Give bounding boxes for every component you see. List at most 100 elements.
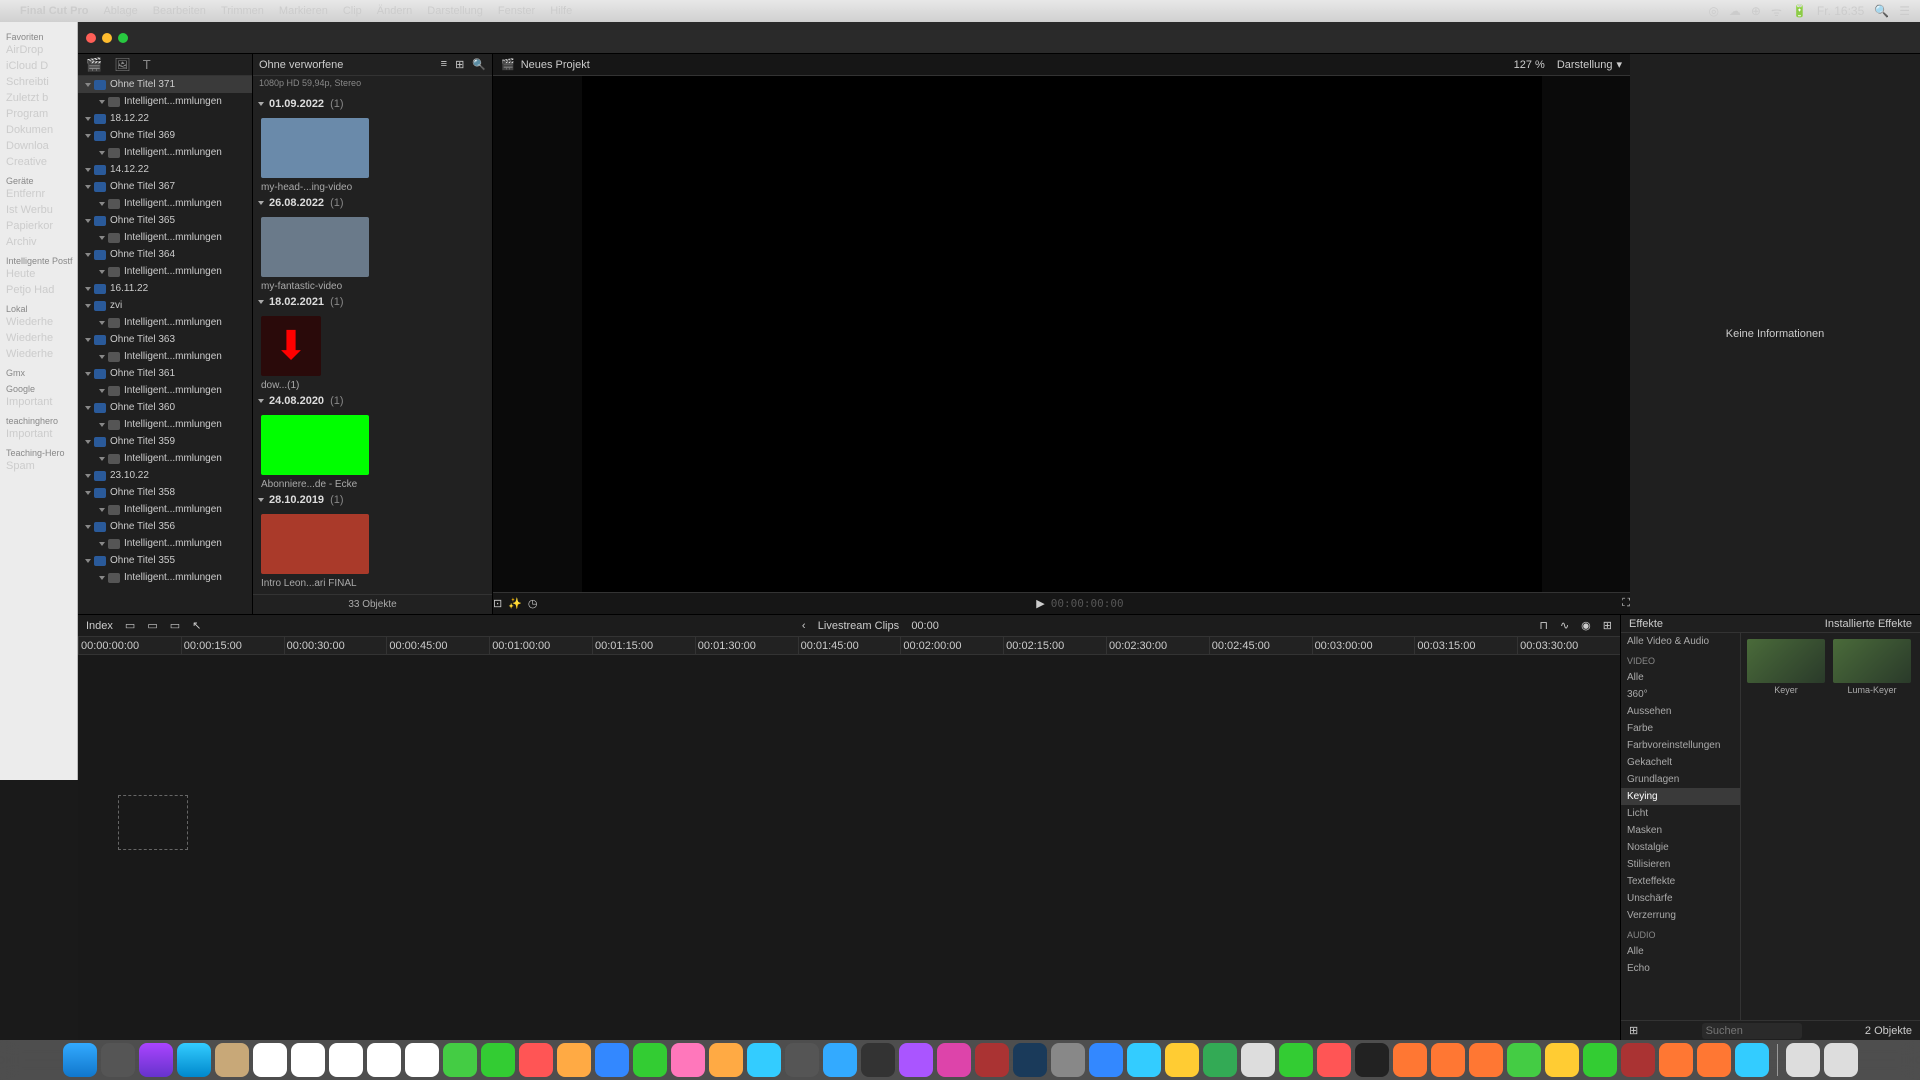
finder-sidebar-item[interactable]: Wiederhe xyxy=(2,346,75,362)
dock-app-icon[interactable] xyxy=(823,1043,857,1077)
menubar-clock[interactable]: Fr. 16:35 xyxy=(1817,4,1864,18)
finder-sidebar-item[interactable]: Papierkor xyxy=(2,218,75,234)
browser-date-header[interactable]: 26.08.2022(1) xyxy=(257,193,488,213)
library-tree-item[interactable]: Intelligent...mmlungen xyxy=(78,535,252,552)
dock-app-icon[interactable] xyxy=(1507,1043,1541,1077)
status-icon[interactable]: ☁ xyxy=(1729,4,1741,18)
ruler-tick[interactable]: 00:03:30:00 xyxy=(1517,637,1620,654)
dock-appstore-icon[interactable] xyxy=(595,1043,629,1077)
effects-category[interactable]: Masken xyxy=(1621,822,1740,839)
ruler-tick[interactable]: 00:01:15:00 xyxy=(592,637,695,654)
library-tab-icon[interactable]: 🎬 xyxy=(86,57,102,73)
viewer-zoom[interactable]: 127 % xyxy=(1514,59,1545,71)
control-center-icon[interactable]: ☰ xyxy=(1899,4,1910,18)
menu-markieren[interactable]: Markieren xyxy=(279,5,328,17)
window-close-icon[interactable] xyxy=(86,33,96,43)
browser-date-header[interactable]: 18.02.2021(1) xyxy=(257,292,488,312)
finder-sidebar-item[interactable]: Spam xyxy=(2,458,75,474)
clip-appearance-icon[interactable]: ▭ xyxy=(125,619,135,632)
ruler-tick[interactable]: 00:03:00:00 xyxy=(1312,637,1415,654)
dock-app-icon[interactable] xyxy=(1355,1043,1389,1077)
menu-trimmen[interactable]: Trimmen xyxy=(221,5,264,17)
dock-imovie-icon[interactable] xyxy=(899,1043,933,1077)
dock-finder-icon[interactable] xyxy=(63,1043,97,1077)
dock-app-icon[interactable] xyxy=(937,1043,971,1077)
menu-darstellung[interactable]: Darstellung xyxy=(427,5,483,17)
menu-bearbeiten[interactable]: Bearbeiten xyxy=(153,5,206,17)
effects-category[interactable]: Stilisieren xyxy=(1621,856,1740,873)
chevron-down-icon[interactable]: ▾ xyxy=(1616,58,1622,71)
dock-app-icon[interactable] xyxy=(1089,1043,1123,1077)
ruler-tick[interactable]: 00:02:00:00 xyxy=(900,637,1003,654)
finder-sidebar-item[interactable]: Dokumen xyxy=(2,122,75,138)
library-tree-item[interactable]: Ohne Titel 364 xyxy=(78,246,252,263)
finder-sidebar-item[interactable]: Wiederhe xyxy=(2,330,75,346)
effects-search-input[interactable] xyxy=(1702,1023,1802,1039)
finder-sidebar-item[interactable]: Schreibti xyxy=(2,74,75,90)
library-tree-item[interactable]: Ohne Titel 356 xyxy=(78,518,252,535)
skimming-icon[interactable]: ∿ xyxy=(1560,619,1569,632)
effects-category[interactable]: Echo xyxy=(1621,960,1740,977)
status-icon[interactable]: ᯤ xyxy=(1771,3,1782,20)
filter-popup[interactable]: Ohne verworfene xyxy=(259,59,343,71)
library-tree-item[interactable]: Intelligent...mmlungen xyxy=(78,263,252,280)
clip-appearance-icon[interactable]: ▭ xyxy=(170,619,180,632)
timeline-index-button[interactable]: Index xyxy=(86,620,113,632)
dock-chrome-icon[interactable] xyxy=(253,1043,287,1077)
dock-app-icon[interactable] xyxy=(975,1043,1009,1077)
dock-app-icon[interactable] xyxy=(1241,1043,1275,1077)
clip-thumbnail[interactable] xyxy=(261,118,369,178)
list-view-icon[interactable]: ≡ xyxy=(441,58,447,71)
finder-sidebar-item[interactable]: Wiederhe xyxy=(2,314,75,330)
menu-fenster[interactable]: Fenster xyxy=(498,5,535,17)
finder-sidebar-item[interactable]: Important xyxy=(2,394,75,410)
search-icon[interactable]: 🔍 xyxy=(472,58,486,71)
timeline-settings-icon[interactable]: ⊞ xyxy=(1603,619,1612,632)
ruler-tick[interactable]: 00:02:15:00 xyxy=(1003,637,1106,654)
effects-category[interactable]: Nostalgie xyxy=(1621,839,1740,856)
dock-skype-icon[interactable] xyxy=(1127,1043,1161,1077)
effects-category[interactable]: Texteffekte xyxy=(1621,873,1740,890)
window-zoom-icon[interactable] xyxy=(118,33,128,43)
filmstrip-view-icon[interactable]: ⊞ xyxy=(455,58,464,71)
dock-app-icon[interactable] xyxy=(1165,1043,1199,1077)
menu-ablage[interactable]: Ablage xyxy=(103,5,137,17)
menu-clip[interactable]: Clip xyxy=(343,5,362,17)
dock-app-icon[interactable] xyxy=(101,1043,135,1077)
dock-calendar-icon[interactable] xyxy=(329,1043,363,1077)
installed-effects-popup[interactable]: Installierte Effekte xyxy=(1825,618,1912,630)
status-icon[interactable]: ◎ xyxy=(1708,4,1718,18)
dock-messages-icon[interactable] xyxy=(747,1043,781,1077)
library-tree-item[interactable]: Intelligent...mmlungen xyxy=(78,314,252,331)
clip-thumbnail[interactable] xyxy=(261,415,369,475)
transform-icon[interactable]: ⊡ xyxy=(493,597,502,610)
effects-category[interactable]: Alle Video & Audio xyxy=(1621,633,1740,650)
dock-app-icon[interactable] xyxy=(1786,1043,1820,1077)
finder-sidebar-item[interactable]: Important xyxy=(2,426,75,442)
effects-category[interactable]: Alle xyxy=(1621,669,1740,686)
snapping-icon[interactable]: ⊓ xyxy=(1539,619,1548,632)
dock-app-icon[interactable] xyxy=(1393,1043,1427,1077)
back-icon[interactable]: ‹ xyxy=(802,620,806,632)
library-tree-item[interactable]: Intelligent...mmlungen xyxy=(78,501,252,518)
browser-date-header[interactable]: 28.10.2019(1) xyxy=(257,490,488,510)
dock-ibooks-icon[interactable] xyxy=(709,1043,743,1077)
effects-category[interactable]: Licht xyxy=(1621,805,1740,822)
dock-numbers-icon[interactable] xyxy=(443,1043,477,1077)
dock-safari-icon[interactable] xyxy=(177,1043,211,1077)
dock-app-icon[interactable] xyxy=(215,1043,249,1077)
effect-item[interactable]: Keyer xyxy=(1747,639,1825,695)
library-tree-item[interactable]: Intelligent...mmlungen xyxy=(78,382,252,399)
finder-sidebar-item[interactable]: iCloud D xyxy=(2,58,75,74)
library-tree-item[interactable]: Ohne Titel 371 xyxy=(78,76,252,93)
fullscreen-icon[interactable]: ⛶ xyxy=(1622,597,1630,610)
library-tree-item[interactable]: Intelligent...mmlungen xyxy=(78,229,252,246)
dock-calendar-icon[interactable] xyxy=(291,1043,325,1077)
dock-bluetooth-icon[interactable] xyxy=(1735,1043,1769,1077)
library-tree-item[interactable]: 23.10.22 xyxy=(78,467,252,484)
clip-appearance-icon[interactable]: ▭ xyxy=(147,619,157,632)
effects-category[interactable]: Unschärfe xyxy=(1621,890,1740,907)
menu-hilfe[interactable]: Hilfe xyxy=(550,5,572,17)
dock-app-icon[interactable] xyxy=(1431,1043,1465,1077)
app-name[interactable]: Final Cut Pro xyxy=(20,5,88,17)
